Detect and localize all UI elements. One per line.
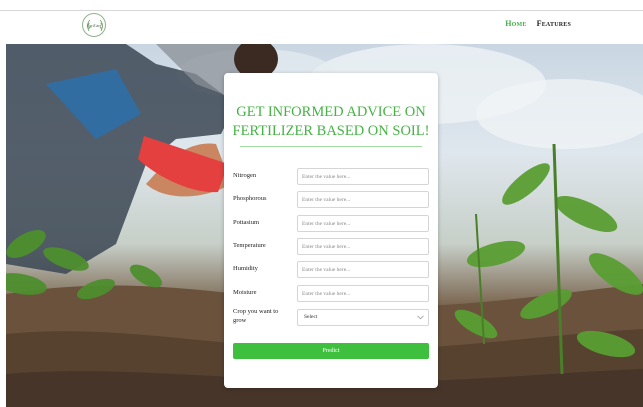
crop-select[interactable]: Select bbox=[297, 309, 429, 326]
nav-home-link[interactable]: Home bbox=[505, 19, 526, 28]
phosphorous-row: Phosphorous bbox=[233, 191, 429, 209]
form-title: GET INFORMED ADVICE ON FERTILIZER BASED … bbox=[232, 104, 430, 139]
crop-label: Crop you want to grow bbox=[233, 308, 279, 324]
nitrogen-row: Nitrogen bbox=[233, 168, 429, 186]
humidity-row: Humidity bbox=[233, 261, 429, 279]
nitrogen-label: Nitrogen bbox=[233, 172, 257, 179]
temperature-label: Temperature bbox=[233, 242, 266, 249]
pottasium-input[interactable] bbox=[297, 215, 429, 232]
moisture-input[interactable] bbox=[297, 285, 429, 302]
temperature-input[interactable] bbox=[297, 238, 429, 255]
fertilizer-form-card: GET INFORMED ADVICE ON FERTILIZER BASED … bbox=[224, 73, 438, 388]
logo-text: AgriCare bbox=[86, 22, 102, 28]
nav-links: Home Features bbox=[505, 19, 571, 28]
temperature-row: Temperature bbox=[233, 238, 429, 256]
phosphorous-input[interactable] bbox=[297, 191, 429, 208]
phosphorous-label: Phosphorous bbox=[233, 195, 267, 202]
crop-select-value: Select bbox=[304, 314, 318, 320]
humidity-input[interactable] bbox=[297, 261, 429, 278]
title-divider bbox=[240, 146, 422, 147]
logo[interactable]: AgriCare bbox=[82, 13, 106, 37]
pottasium-label: Pottasium bbox=[233, 219, 260, 226]
nav-features-link[interactable]: Features bbox=[537, 19, 571, 28]
nitrogen-input[interactable] bbox=[297, 168, 429, 185]
humidity-label: Humidity bbox=[233, 265, 258, 272]
chevron-down-icon bbox=[417, 315, 424, 320]
moisture-label: Moisture bbox=[233, 289, 257, 296]
moisture-row: Moisture bbox=[233, 285, 429, 303]
navbar: AgriCare Home Features bbox=[0, 11, 643, 44]
predict-button[interactable]: Predict bbox=[233, 343, 429, 359]
pottasium-row: Pottasium bbox=[233, 215, 429, 233]
crop-row: Crop you want to grow Select bbox=[233, 307, 429, 331]
